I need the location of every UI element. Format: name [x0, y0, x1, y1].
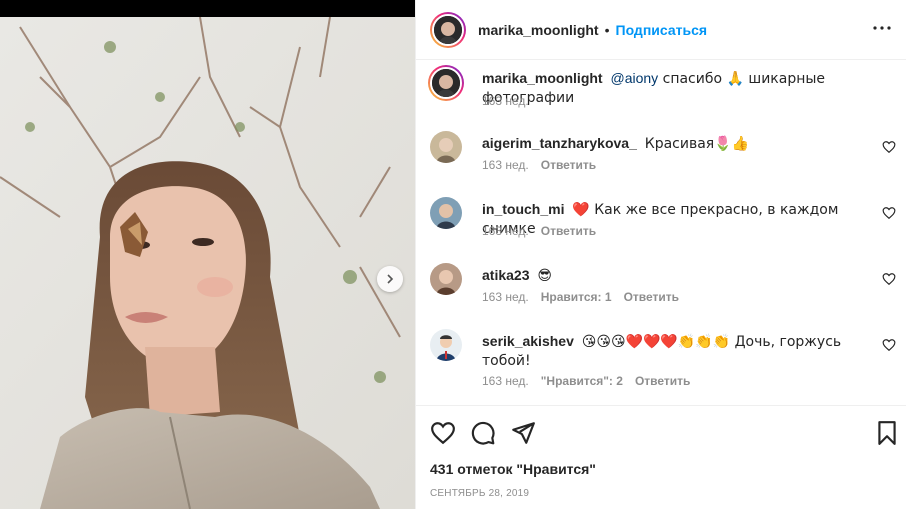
caption-time[interactable]: 163 нед. [482, 94, 529, 108]
comment-username[interactable]: atika23 [482, 267, 529, 283]
comments-list[interactable]: marika_moonlight @aiony спасибо 🙏 шикарн… [416, 61, 906, 404]
follow-button[interactable]: Подписаться [616, 22, 708, 38]
comment-item: atika23 😎 163 нед. Нравится: 1 Ответить [430, 263, 896, 313]
comment-likes[interactable]: "Нравится": 2 [541, 374, 623, 388]
comment-item: in_touch_mi ❤️ Как же все прекрасно, в к… [430, 197, 896, 247]
comment-username[interactable]: aigerim_tanzharykova_ [482, 135, 637, 151]
commenter-avatar[interactable] [430, 263, 462, 295]
author-username[interactable]: marika_moonlight [478, 22, 599, 38]
comment-time[interactable]: 163 нед. [482, 374, 529, 388]
more-horizontal-icon [873, 26, 891, 30]
heart-icon[interactable] [430, 420, 456, 446]
top-black-bar [0, 0, 415, 17]
heart-icon[interactable] [882, 272, 896, 286]
commenter-avatar[interactable] [430, 131, 462, 163]
post-date: СЕНТЯБРЬ 28, 2019 [430, 488, 530, 499]
paper-plane-icon[interactable] [510, 420, 536, 446]
next-photo-button[interactable] [377, 266, 403, 292]
post-header: marika_moonlight • Подписаться [416, 0, 906, 60]
caption-username[interactable]: marika_moonlight [482, 70, 603, 86]
commenter-avatar[interactable] [430, 197, 462, 229]
post-actions: 431 отметок "Нравится" СЕНТЯБРЬ 28, 2019 [416, 405, 906, 509]
avatar-image [430, 197, 462, 229]
chevron-right-icon [387, 274, 394, 284]
comment-username[interactable]: in_touch_mi [482, 201, 564, 217]
reply-button[interactable]: Ответить [635, 374, 690, 388]
separator-dot: • [604, 21, 610, 38]
comment-likes[interactable]: Нравится: 1 [541, 290, 612, 304]
post-caption: marika_moonlight @aiony спасибо 🙏 шикарн… [428, 65, 896, 123]
heart-icon[interactable] [882, 140, 896, 154]
avatar-image [430, 263, 462, 295]
comment-item: aigerim_tanzharykova_ Красивая🌷👍 163 нед… [430, 131, 896, 181]
comment-time[interactable]: 163 нед. [482, 224, 529, 238]
avatar-image [430, 329, 462, 361]
comment-time[interactable]: 163 нед. [482, 290, 529, 304]
post-media [0, 0, 415, 509]
likes-count[interactable]: 431 отметок "Нравится" [430, 461, 596, 477]
caption-avatar[interactable] [428, 65, 464, 101]
comment-text: Красивая🌷👍 [644, 136, 750, 152]
post-photo[interactable] [0, 17, 415, 509]
more-options-button[interactable] [872, 18, 892, 38]
reply-button[interactable]: Ответить [541, 224, 596, 238]
caption-mention[interactable]: @aiony [610, 70, 658, 86]
avatar-image [432, 69, 460, 97]
comment-username[interactable]: serik_akishev [482, 333, 574, 349]
comment-icon[interactable] [470, 420, 496, 446]
comment-text: 😎 [537, 268, 552, 284]
avatar-image [434, 15, 462, 44]
heart-icon[interactable] [882, 206, 896, 220]
comment-time[interactable]: 163 нед. [482, 158, 529, 172]
comment-item: serik_akishev 😘😘😘❤️❤️❤️👏👏👏 Дочь, горжусь… [430, 329, 896, 393]
bookmark-icon[interactable] [874, 420, 900, 446]
commenter-avatar[interactable] [430, 329, 462, 361]
author-avatar[interactable] [430, 11, 466, 48]
avatar-image [430, 131, 462, 163]
reply-button[interactable]: Ответить [541, 158, 596, 172]
reply-button[interactable]: Ответить [624, 290, 679, 304]
heart-icon[interactable] [882, 338, 896, 352]
post-sidebar: marika_moonlight • Подписаться marika_mo… [415, 0, 906, 509]
